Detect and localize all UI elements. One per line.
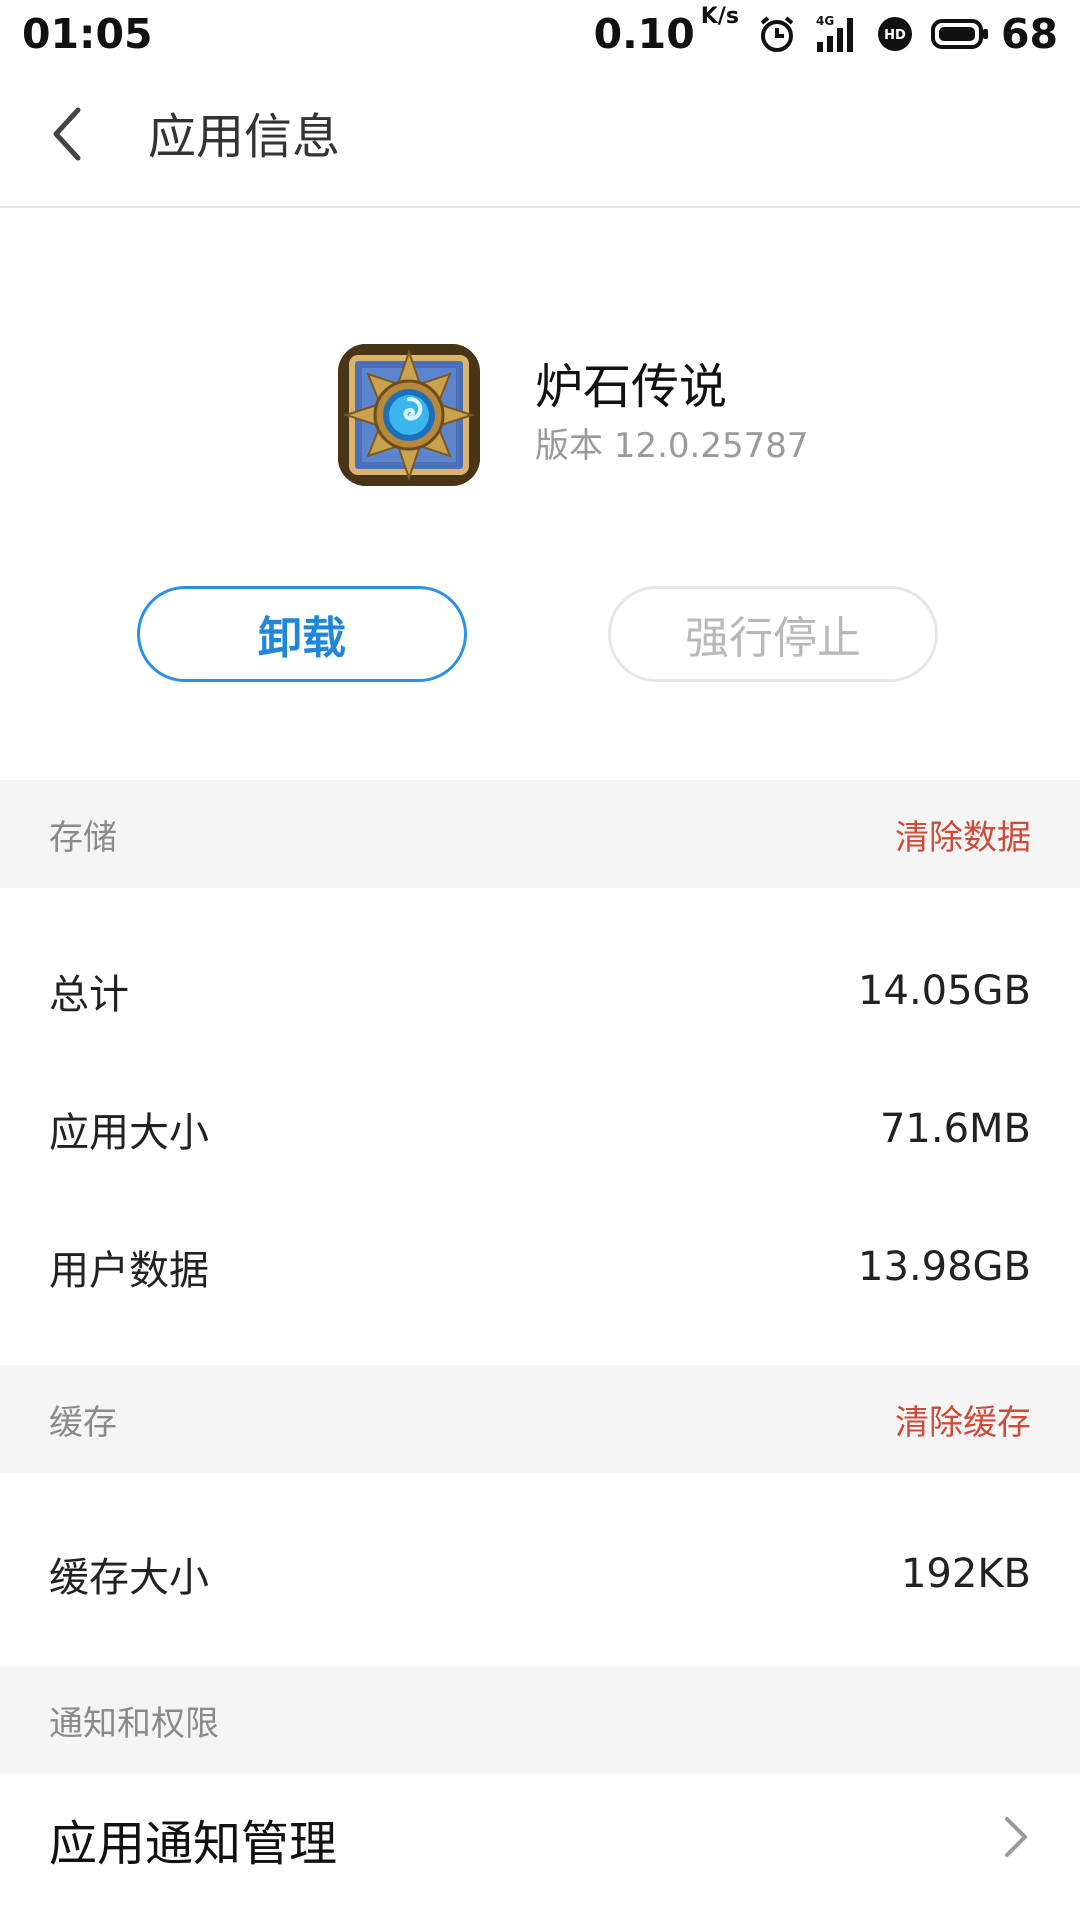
- chevron-right-icon: [1001, 1813, 1031, 1865]
- row-label: 用户数据: [49, 1248, 209, 1294]
- row-label: 应用大小: [49, 1110, 209, 1156]
- storage-row-app-size: 应用大小 71.6MB: [0, 1060, 1080, 1198]
- network-speed: 0.10 K/s: [593, 4, 739, 58]
- clear-data-button[interactable]: 清除数据: [895, 810, 1031, 859]
- row-value: 192KB: [900, 1551, 1031, 1597]
- status-bar: 01:05 0.10 K/s 4G HD 68: [0, 0, 1080, 68]
- app-summary: 炉石传说 版本 12.0.25787 卸载 强行停止: [0, 208, 1080, 780]
- page-title: 应用信息: [148, 109, 341, 165]
- signal-4g-icon: 4G: [815, 14, 859, 54]
- app-notification-settings-item[interactable]: 应用通知管理: [0, 1774, 1080, 1904]
- network-type-label: 4G: [816, 14, 834, 28]
- cache-section-title: 缓存: [49, 1402, 117, 1443]
- app-bar: 应用信息: [0, 68, 1080, 208]
- storage-row-user-data: 用户数据 13.98GB: [0, 1198, 1080, 1336]
- cache-section-header: 缓存 清除缓存: [0, 1365, 1080, 1473]
- alarm-icon: [757, 14, 797, 54]
- battery-level: 68: [1000, 10, 1058, 58]
- storage-row-total: 总计 14.05GB: [0, 922, 1080, 1060]
- battery-icon: [930, 18, 989, 50]
- back-button[interactable]: [38, 106, 98, 166]
- battery: 68: [930, 10, 1058, 58]
- uninstall-button[interactable]: 卸载: [137, 586, 467, 682]
- network-speed-unit: K/s: [700, 4, 739, 29]
- network-speed-value: 0.10: [593, 10, 695, 58]
- hearthstone-app-icon: [338, 344, 480, 486]
- storage-section-title: 存储: [49, 817, 117, 858]
- app-version: 版本 12.0.25787: [535, 426, 809, 466]
- cache-row-size: 缓存大小 192KB: [0, 1505, 1080, 1643]
- row-label: 缓存大小: [49, 1555, 209, 1601]
- clear-cache-button[interactable]: 清除缓存: [895, 1395, 1031, 1444]
- row-value: 71.6MB: [879, 1106, 1031, 1152]
- row-value: 13.98GB: [858, 1244, 1031, 1290]
- force-stop-button[interactable]: 强行停止: [608, 586, 938, 682]
- status-time: 01:05: [22, 10, 153, 58]
- notifications-section-header: 通知和权限: [0, 1666, 1080, 1774]
- storage-section-header: 存储 清除数据: [0, 780, 1080, 888]
- row-label: 总计: [49, 972, 129, 1018]
- row-value: 14.05GB: [858, 968, 1031, 1014]
- hd-badge-label: HD: [884, 28, 906, 43]
- notifications-section-title: 通知和权限: [49, 1703, 219, 1744]
- status-icons: 0.10 K/s 4G HD 68: [593, 4, 1058, 58]
- hd-icon: HD: [877, 16, 913, 52]
- app-name: 炉石传说: [535, 359, 728, 415]
- nav-item-label: 应用通知管理: [49, 1816, 338, 1872]
- chevron-left-icon: [48, 104, 88, 168]
